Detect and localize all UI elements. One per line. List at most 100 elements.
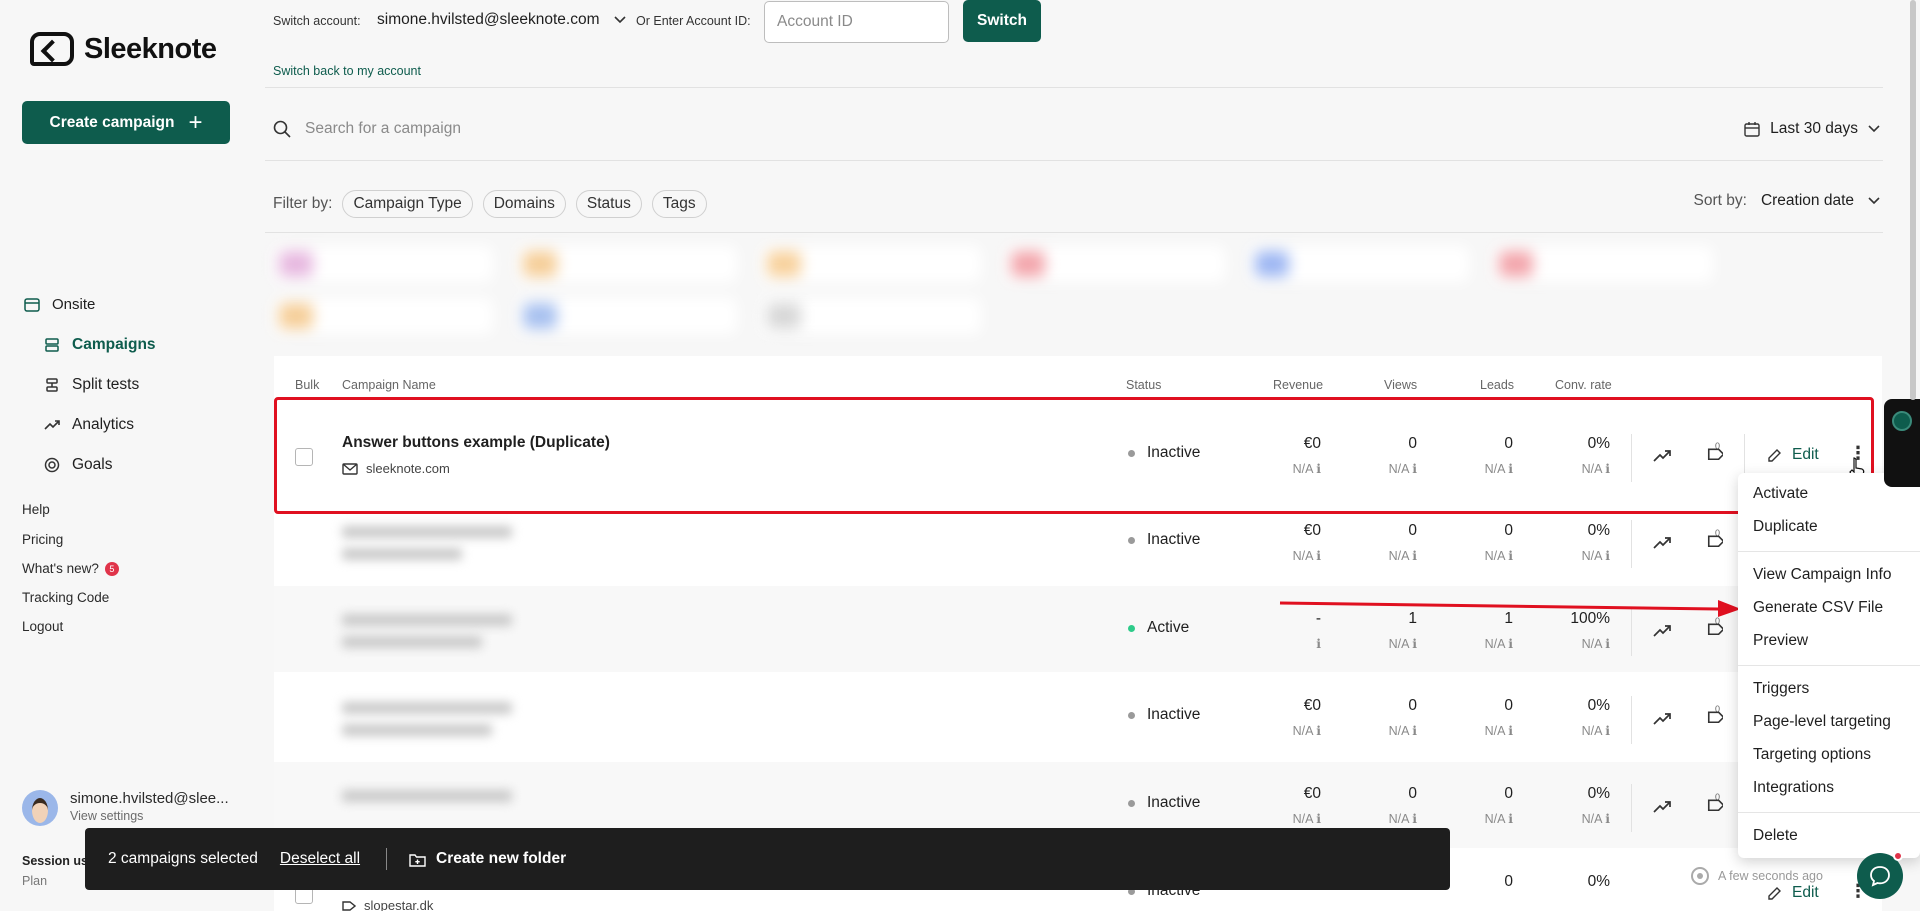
- info-icon[interactable]: ℹ: [1605, 812, 1610, 826]
- date-range-value: Last 30 days: [1770, 120, 1858, 137]
- campaign-domain-blurred: [342, 636, 482, 648]
- table-row[interactable]: [274, 412, 1882, 498]
- folder-cards-blurred: [265, 240, 1725, 342]
- plan-label: Plan: [22, 874, 48, 888]
- info-icon[interactable]: ℹ: [1316, 637, 1321, 651]
- status-label: Active: [1147, 619, 1190, 636]
- na-label: N/A: [1388, 462, 1409, 476]
- filter-campaign-type[interactable]: Campaign Type: [342, 190, 473, 218]
- search-icon: [273, 120, 291, 138]
- switch-button[interactable]: Switch: [963, 0, 1041, 42]
- tag-count: 0: [1715, 441, 1721, 451]
- sort-control[interactable]: Sort by: Creation date: [1694, 192, 1880, 210]
- filter-tags[interactable]: Tags: [651, 190, 707, 218]
- sleeknote-logo-icon: [30, 32, 74, 66]
- view-settings-link[interactable]: View settings: [70, 809, 229, 823]
- info-icon[interactable]: ℹ: [1412, 637, 1417, 651]
- menu-item-page-level-targeting[interactable]: Page-level targeting: [1753, 713, 1891, 731]
- filter-bar: Filter by: Campaign Type Domains Status …: [273, 190, 707, 218]
- divider: [265, 87, 1883, 88]
- create-campaign-button[interactable]: Create campaign +: [22, 101, 230, 144]
- sidebar-item-analytics[interactable]: Analytics: [44, 416, 134, 434]
- whats-new-link[interactable]: What's new? 5: [22, 561, 119, 577]
- info-icon[interactable]: ℹ: [1316, 462, 1321, 476]
- sidebar-section-onsite[interactable]: Onsite: [24, 296, 95, 313]
- conv-value: 0%: [1587, 697, 1610, 714]
- user-profile[interactable]: simone.hvilsted@slee... View settings: [22, 790, 229, 826]
- info-icon[interactable]: ℹ: [1605, 724, 1610, 738]
- deselect-all-link[interactable]: Deselect all: [280, 850, 360, 868]
- tracking-code-link[interactable]: Tracking Code: [22, 590, 109, 605]
- conv-sub: N/A ℹ: [1530, 723, 1610, 738]
- trend-up-icon[interactable]: [1653, 536, 1671, 550]
- trend-up-icon[interactable]: [1653, 712, 1671, 726]
- menu-item-delete[interactable]: Delete: [1753, 827, 1798, 845]
- trend-up-icon[interactable]: [1653, 800, 1671, 814]
- sidebar-item-campaigns[interactable]: Campaigns: [44, 336, 156, 354]
- info-icon[interactable]: ℹ: [1508, 549, 1513, 563]
- sidebar-item-split-tests[interactable]: Split tests: [44, 376, 139, 394]
- menu-item-integrations[interactable]: Integrations: [1753, 779, 1834, 797]
- row-checkbox[interactable]: [295, 448, 313, 466]
- edit-button[interactable]: Edit: [1767, 884, 1819, 902]
- menu-item-targeting-options[interactable]: Targeting options: [1753, 746, 1871, 764]
- leads-sub: N/A ℹ: [1433, 636, 1513, 651]
- menu-item-preview[interactable]: Preview: [1753, 632, 1808, 650]
- trend-up-icon[interactable]: [1653, 449, 1671, 463]
- info-icon[interactable]: ℹ: [1508, 812, 1513, 826]
- brand-logo[interactable]: Sleeknote: [30, 32, 217, 66]
- info-icon[interactable]: ℹ: [1316, 549, 1321, 563]
- revenue-sub: N/A ℹ: [1241, 548, 1321, 563]
- info-icon[interactable]: ℹ: [1412, 549, 1417, 563]
- info-icon[interactable]: ℹ: [1605, 462, 1610, 476]
- conv-value: 0%: [1587, 873, 1610, 890]
- scrollbar[interactable]: [1908, 0, 1918, 911]
- pencil-icon: [1768, 448, 1781, 462]
- filter-status[interactable]: Status: [575, 190, 642, 218]
- divider: [1631, 696, 1632, 744]
- info-icon[interactable]: ℹ: [1316, 724, 1321, 738]
- split-test-icon: [46, 378, 58, 392]
- info-icon[interactable]: ℹ: [1412, 462, 1417, 476]
- menu-item-view-campaign-info[interactable]: View Campaign Info: [1753, 566, 1891, 584]
- trend-up-icon[interactable]: [1653, 624, 1671, 638]
- table-row[interactable]: [274, 674, 1882, 760]
- info-icon[interactable]: ℹ: [1508, 724, 1513, 738]
- logout-link[interactable]: Logout: [22, 619, 63, 634]
- scrollbar-thumb[interactable]: [1910, 0, 1916, 400]
- menu-item-triggers[interactable]: Triggers: [1753, 680, 1809, 698]
- account-select[interactable]: simone.hvilsted@sleeknote.com: [377, 11, 626, 29]
- campaign-search[interactable]: Search for a campaign: [273, 120, 461, 138]
- info-icon[interactable]: ℹ: [1412, 812, 1417, 826]
- account-id-input[interactable]: [764, 1, 949, 43]
- campaign-name[interactable]: Answer buttons example (Duplicate): [342, 434, 610, 452]
- menu-item-activate[interactable]: Activate: [1753, 485, 1808, 503]
- status-dot: [1128, 449, 1135, 457]
- filter-domains[interactable]: Domains: [482, 190, 566, 218]
- status-dot: [1128, 536, 1135, 544]
- info-icon[interactable]: ℹ: [1412, 724, 1417, 738]
- conv-sub: N/A ℹ: [1530, 461, 1610, 476]
- edit-button[interactable]: Edit: [1767, 446, 1819, 464]
- pricing-link[interactable]: Pricing: [22, 532, 63, 547]
- tag-icon: [342, 900, 356, 911]
- info-icon[interactable]: ℹ: [1508, 637, 1513, 651]
- table-row[interactable]: [274, 498, 1882, 584]
- switch-account-label: Switch account:: [273, 14, 361, 28]
- date-range-picker[interactable]: Last 30 days: [1744, 120, 1880, 138]
- views-sub: N/A ℹ: [1337, 548, 1417, 563]
- switch-back-link[interactable]: Switch back to my account: [273, 64, 421, 78]
- menu-item-duplicate[interactable]: Duplicate: [1753, 518, 1818, 536]
- info-icon[interactable]: ℹ: [1508, 462, 1513, 476]
- help-link[interactable]: Help: [22, 502, 50, 517]
- divider: [1631, 520, 1632, 568]
- campaigns-icon: [45, 338, 59, 352]
- info-icon[interactable]: ℹ: [1605, 549, 1610, 563]
- info-icon[interactable]: ℹ: [1316, 812, 1321, 826]
- sidebar-item-label: Split tests: [72, 376, 140, 393]
- menu-item-generate-csv[interactable]: Generate CSV File: [1753, 599, 1883, 617]
- info-icon[interactable]: ℹ: [1605, 637, 1610, 651]
- na-label: N/A: [1484, 724, 1505, 738]
- create-folder-button[interactable]: Create new folder: [409, 850, 566, 868]
- sidebar-item-goals[interactable]: Goals: [44, 456, 113, 474]
